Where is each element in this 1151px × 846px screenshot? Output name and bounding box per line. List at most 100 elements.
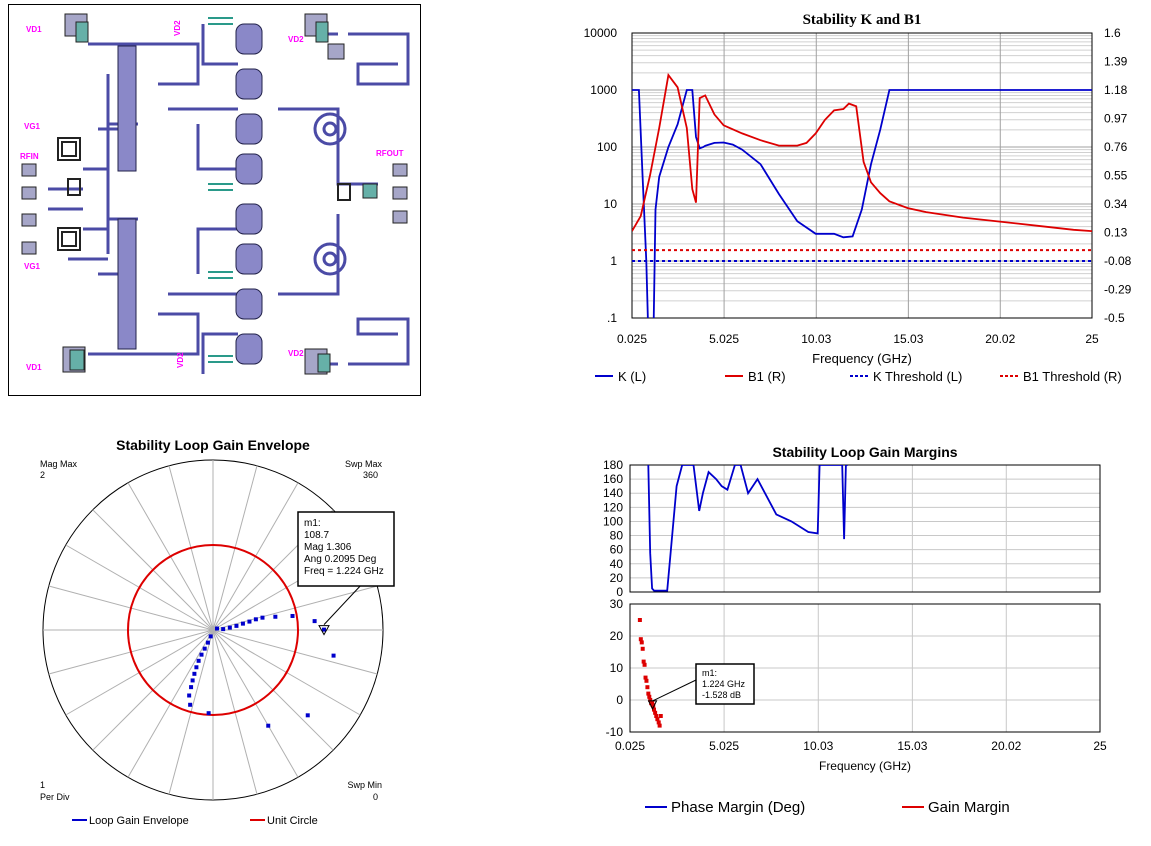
marker-leader-line <box>652 679 697 702</box>
chart-title: Stability K and B1 <box>803 12 922 28</box>
x-tick-label: 20.02 <box>985 332 1015 346</box>
envelope-point <box>199 652 204 657</box>
legend-label-1: B1 (R) <box>748 369 786 384</box>
y-right-tick-label: 1.6 <box>1104 26 1121 40</box>
label-vd1-bot: VD1 <box>26 363 42 372</box>
label-vd1-top: VD1 <box>26 25 42 34</box>
y-right-tick-label: -0.08 <box>1104 254 1132 268</box>
plot-frame <box>631 32 1093 319</box>
y-top-tick-label: 100 <box>603 514 623 528</box>
y-top-tick-label: 140 <box>603 486 623 500</box>
gain-margin-point <box>644 678 649 683</box>
y-top-tick-label: 180 <box>603 458 623 472</box>
y-left-tick-label: 1000 <box>590 83 617 97</box>
gain-margin-point <box>640 646 645 651</box>
marker-leader-line <box>323 582 364 625</box>
marker-text: Freq = 1.224 GHz <box>304 566 384 577</box>
envelope-point <box>266 723 271 728</box>
label-vd2-bot-right: VD2 <box>288 349 304 358</box>
envelope-point <box>188 702 193 707</box>
envelope-point <box>312 619 317 624</box>
y-top-tick-label: 80 <box>610 529 624 543</box>
envelope-point <box>189 685 194 690</box>
marker-text: Ang 0.2095 Deg <box>304 554 376 565</box>
label-vg1-mid: VG1 <box>24 122 41 131</box>
legend-label-1: Unit Circle <box>267 815 318 827</box>
x-tick-label: 10.03 <box>801 332 831 346</box>
legend-label-2: K Threshold (L) <box>873 369 962 384</box>
gain-margin-point <box>645 685 650 690</box>
corner-label: Swp Min <box>347 780 382 790</box>
envelope-point <box>247 619 252 624</box>
stability-k-b1-chart: Stability K and B1 10000 1000 100 10 1 .1 1.6 1.… <box>560 0 1151 400</box>
y-left-tick-label: .1 <box>607 311 617 325</box>
marker-text: 108.7 <box>304 530 329 541</box>
corner-label: 0 <box>373 792 378 802</box>
envelope-point <box>234 623 239 628</box>
chart-title: Stability Loop Gain Envelope <box>116 437 310 453</box>
y-left-tick-label: 10 <box>604 197 618 211</box>
y-left-tick-label: 10000 <box>584 26 618 40</box>
y-right-tick-label: -0.5 <box>1104 311 1125 325</box>
y-right-tick-label: 0.55 <box>1104 169 1128 183</box>
y-right-tick-label: -0.29 <box>1104 283 1132 297</box>
legend-label-1: Gain Margin <box>928 799 1010 816</box>
label-vd2-bot-mid: VD2 <box>176 352 185 368</box>
corner-label: 360 <box>363 470 378 480</box>
y-right-tick-label: 1.39 <box>1104 55 1128 69</box>
gain-margin-point <box>639 640 644 645</box>
x-tick-label: 15.03 <box>897 739 927 753</box>
x-tick-label: 10.03 <box>803 739 833 753</box>
y-right-tick-label: 1.18 <box>1104 83 1128 97</box>
loop-gain-margins-chart: Stability Loop Gain Margins 0.025 5.025 10.… <box>580 440 1140 840</box>
envelope-point <box>322 627 327 632</box>
x-tick-label: 5.025 <box>709 739 739 753</box>
envelope-point <box>273 614 278 619</box>
x-tick-label: 15.03 <box>893 332 923 346</box>
label-vd2-top-mid: VD2 <box>173 20 182 36</box>
label-rfin: RFIN <box>20 152 39 161</box>
gain-margin-point <box>658 714 663 718</box>
envelope-point <box>202 646 207 651</box>
envelope-point <box>190 678 195 683</box>
marker-text: -1.528 dB <box>702 690 741 700</box>
top-plot-frame <box>629 464 1101 593</box>
y-bottom-tick-label: 20 <box>610 629 624 643</box>
envelope-point <box>194 665 199 670</box>
stability-k-b1-svg: Stability K and B1 10000 1000 100 10 1 .1 1.6 1.… <box>584 12 1132 384</box>
marker-text: m1: <box>702 668 717 678</box>
y-bottom-tick-label: 30 <box>610 597 624 611</box>
legend-label-3: B1 Threshold (R) <box>1023 369 1122 384</box>
envelope-point <box>227 625 232 630</box>
x-tick-label: 20.02 <box>991 739 1021 753</box>
label-rfout: RFOUT <box>376 149 404 158</box>
x-tick-label: 25 <box>1093 739 1107 753</box>
envelope-point <box>260 615 265 620</box>
envelope-point <box>253 617 258 622</box>
envelope-point <box>240 621 245 626</box>
x-tick-label: 0.025 <box>615 739 645 753</box>
y-bottom-tick-label: 10 <box>610 661 624 675</box>
envelope-point <box>305 713 310 718</box>
envelope-point <box>290 613 295 618</box>
marker-text: Mag 1.306 <box>304 542 352 553</box>
circuit-layout-panel: VD1 VD2 VD2 VG1 RFIN RFOUT VG1 VD1 VD2 V… <box>8 4 421 396</box>
y-right-tick-label: 0.13 <box>1104 226 1128 240</box>
legend-label-0: Loop Gain Envelope <box>89 815 189 827</box>
y-top-tick-label: 120 <box>603 500 623 514</box>
envelope-point <box>331 653 336 658</box>
envelope-point <box>205 640 210 645</box>
y-right-tick-label: 0.97 <box>1104 112 1128 126</box>
y-left-tick-label: 100 <box>597 140 617 154</box>
corner-label: Mag Max <box>40 459 78 469</box>
envelope-point <box>214 626 219 631</box>
y-top-tick-label: 160 <box>603 472 623 486</box>
marker-text: m1: <box>304 518 321 529</box>
loop-gain-margins-svg: Stability Loop Gain Margins 0.025 5.025 10.… <box>603 444 1107 816</box>
x-axis-label: Frequency (GHz) <box>819 759 911 773</box>
envelope-point <box>196 658 201 663</box>
loop-gain-envelope-svg: Stability Loop Gain Envelope Mag Max2 Swp … <box>40 437 395 827</box>
envelope-point <box>192 671 197 676</box>
y-top-tick-label: 60 <box>610 543 624 557</box>
gain-margin-point <box>657 723 662 728</box>
